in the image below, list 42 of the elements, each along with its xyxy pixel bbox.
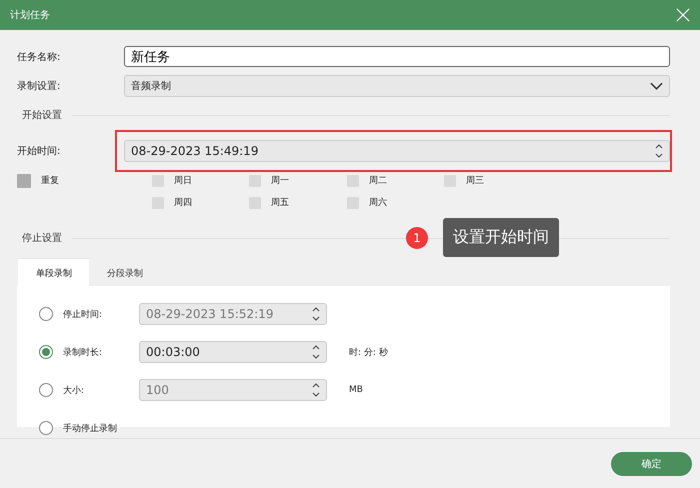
start-time-field[interactable]: 08-29-2023 15:49:19 [124,140,670,162]
window-title: 计划任务 [10,8,50,22]
repeat-checkbox[interactable] [17,174,31,188]
confirm-button[interactable]: 确定 [611,452,692,476]
close-icon[interactable] [676,8,690,22]
option-label: 录制时长: [63,346,104,358]
field-label: 开始时间: [17,144,62,158]
unit-label: MB [349,385,363,395]
option-label: 停止时间: [63,308,104,320]
section-title: 停止设置 [22,232,62,245]
radio-button[interactable] [39,421,53,435]
spinner-arrows-icon[interactable] [312,383,320,397]
name-input-field[interactable]: 新任务 [124,46,670,67]
record-type-dropdown[interactable]: 音频录制 [124,74,670,96]
field-label: 任务名称: [17,50,62,64]
checkbox-label: 重复 [41,174,59,187]
section-title: 开始设置 [22,108,62,122]
radio-button[interactable] [39,383,53,397]
unit-label: 时: 分: 秒 [349,346,388,358]
spinner-arrows-icon[interactable] [655,144,663,158]
checkbox-label: 周六 [369,196,387,209]
checkbox-label: 周三 [466,175,484,187]
value-field[interactable]: 00:03:00 [139,341,327,363]
spinner-arrows-icon[interactable] [312,345,320,359]
option-label: 大小: [63,384,86,396]
step-badge: 1 [406,226,428,248]
tab[interactable]: 分段录制 [89,259,160,286]
checkbox-label: 周五 [271,197,289,209]
field-label: 录制设置: [17,80,62,92]
checkbox-label: 周一 [271,175,289,187]
radio-button[interactable] [39,307,53,321]
checkbox-label: 周日 [174,175,192,187]
option-label: 手动停止录制 [63,422,118,434]
tooltip: 设置开始时间 [443,218,559,257]
chevron-down-icon [650,82,663,90]
checkbox-label: 周二 [369,175,387,187]
value-field[interactable]: 100 [139,379,327,401]
spinner-arrows-icon[interactable] [312,307,320,321]
tab[interactable]: 单段录制 [18,259,89,286]
value-field[interactable]: 08-29-2023 15:52:19 [139,303,327,325]
checkbox-label: 周四 [174,197,192,209]
radio-button[interactable] [39,345,53,359]
